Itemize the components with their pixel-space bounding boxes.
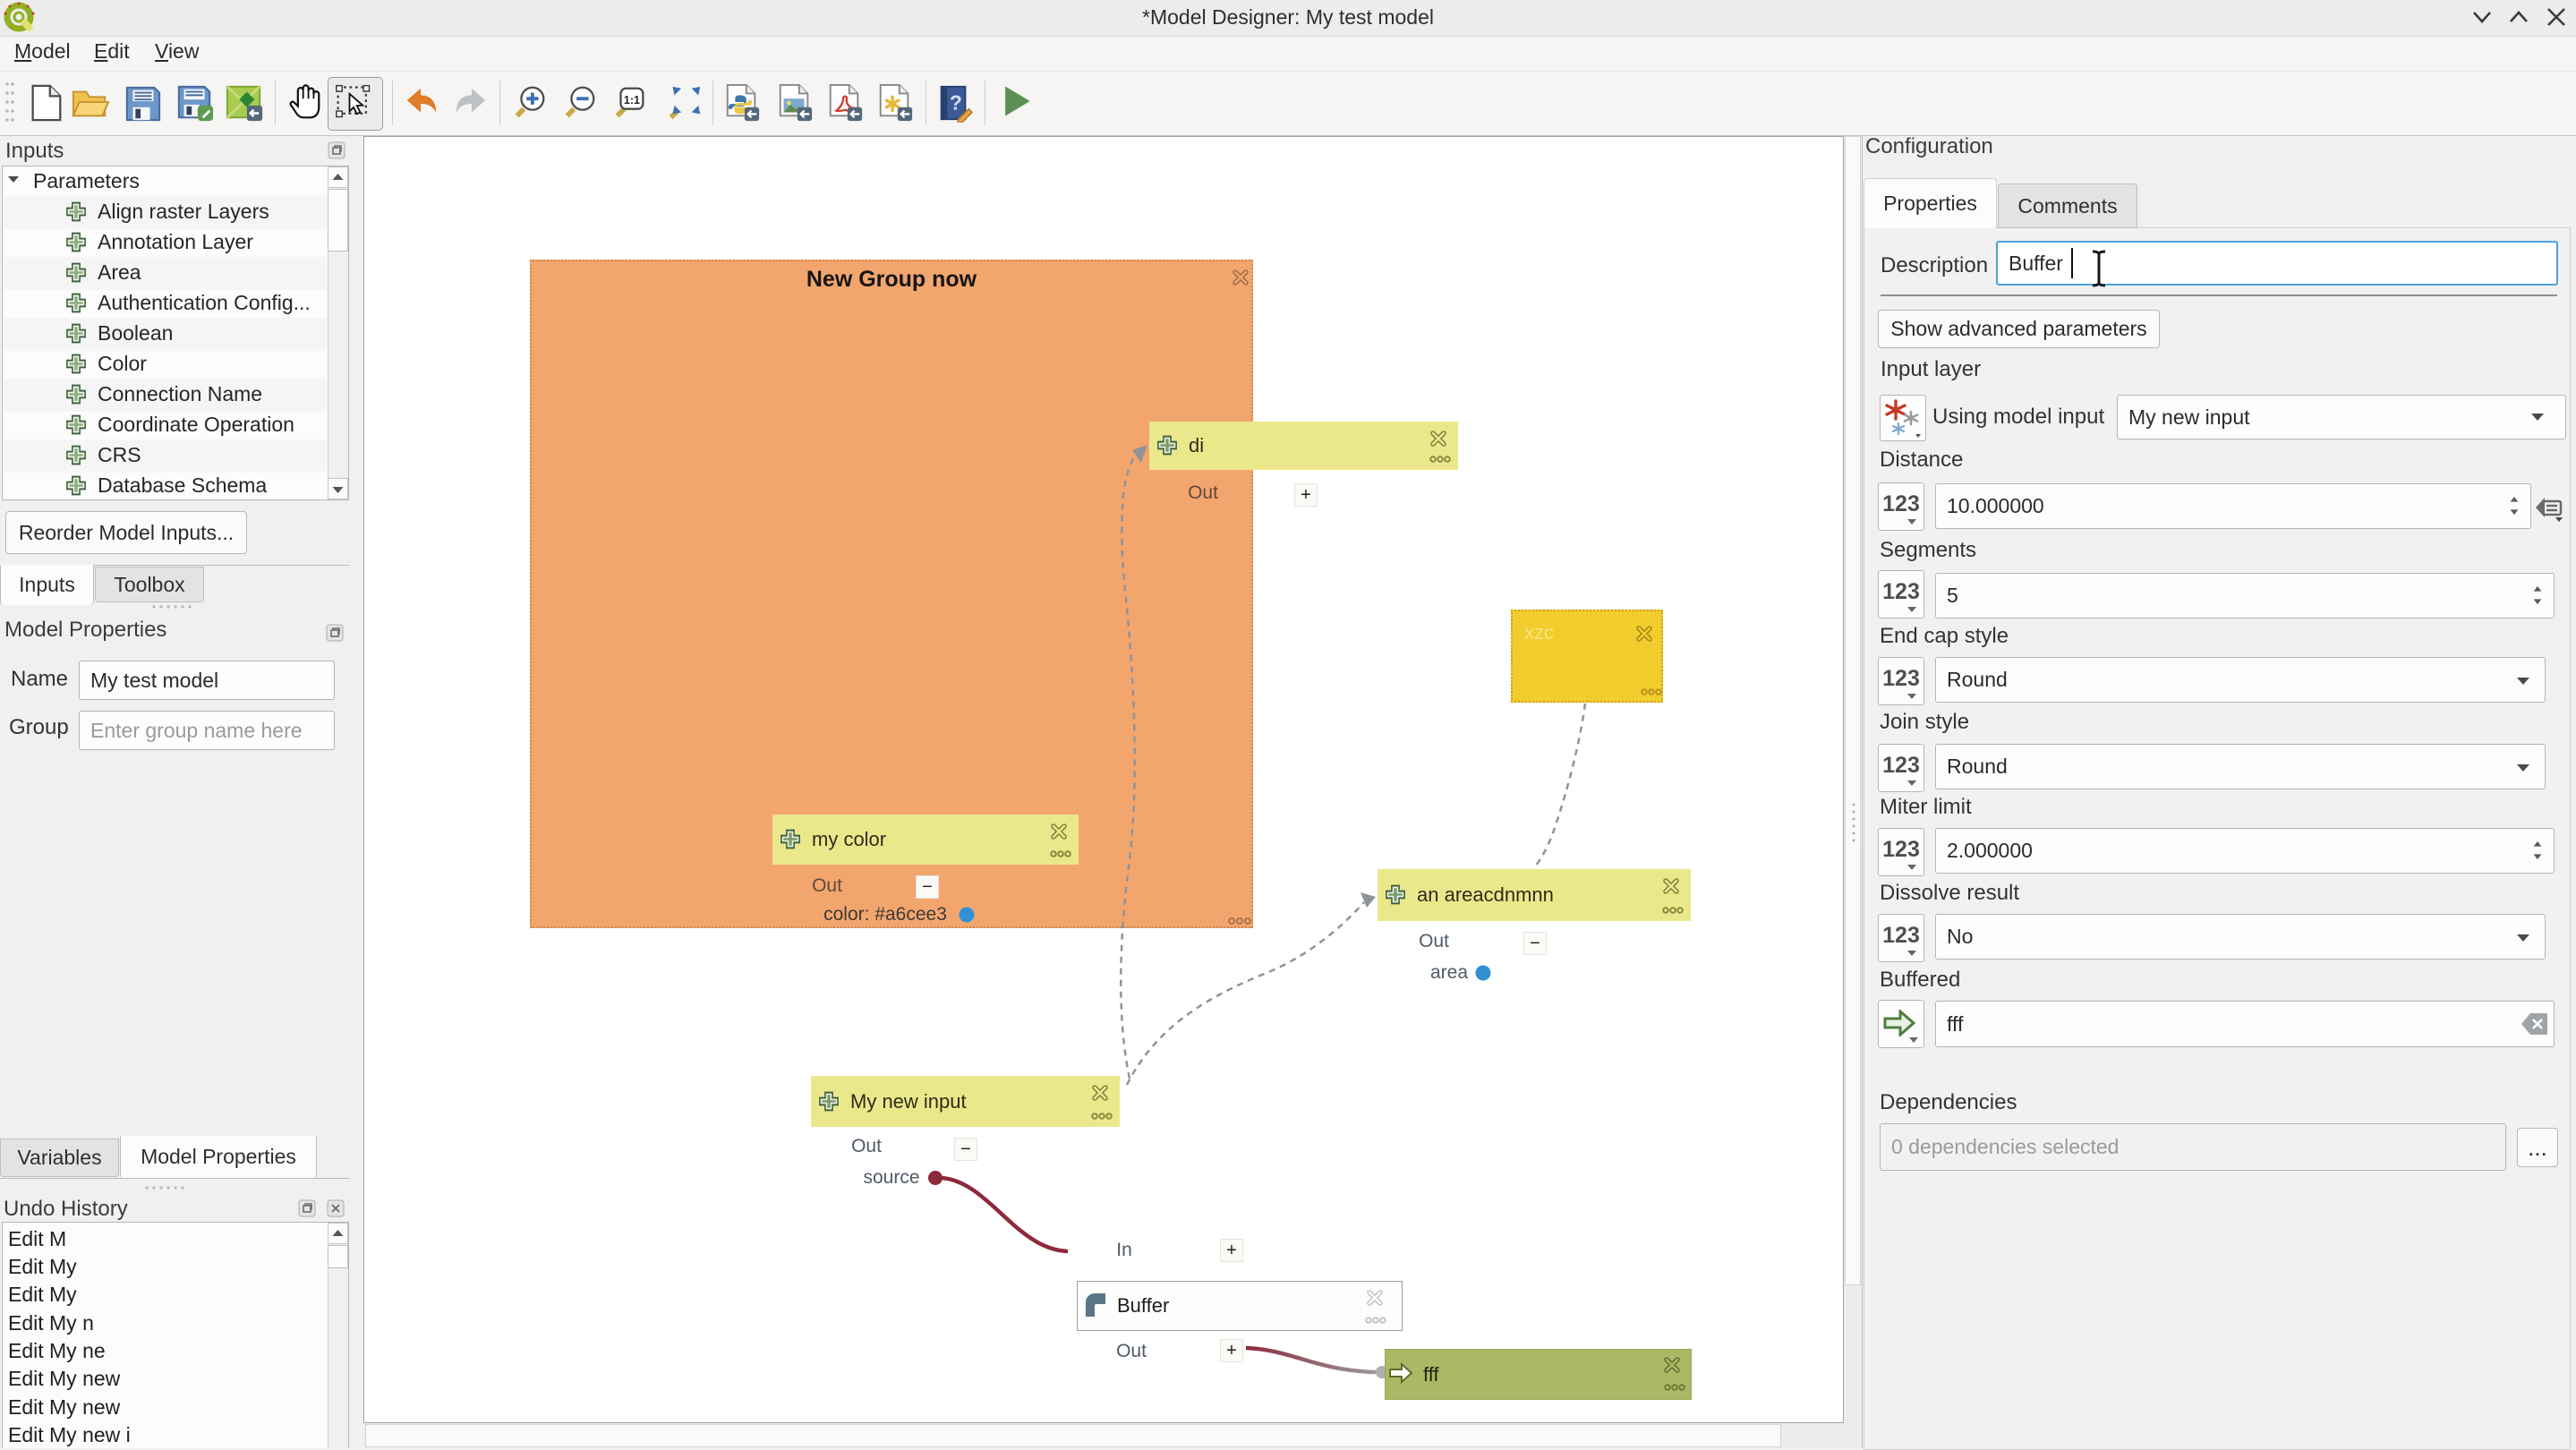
svg-text:?: ? bbox=[950, 91, 962, 115]
svg-text:1:1: 1:1 bbox=[624, 94, 640, 107]
